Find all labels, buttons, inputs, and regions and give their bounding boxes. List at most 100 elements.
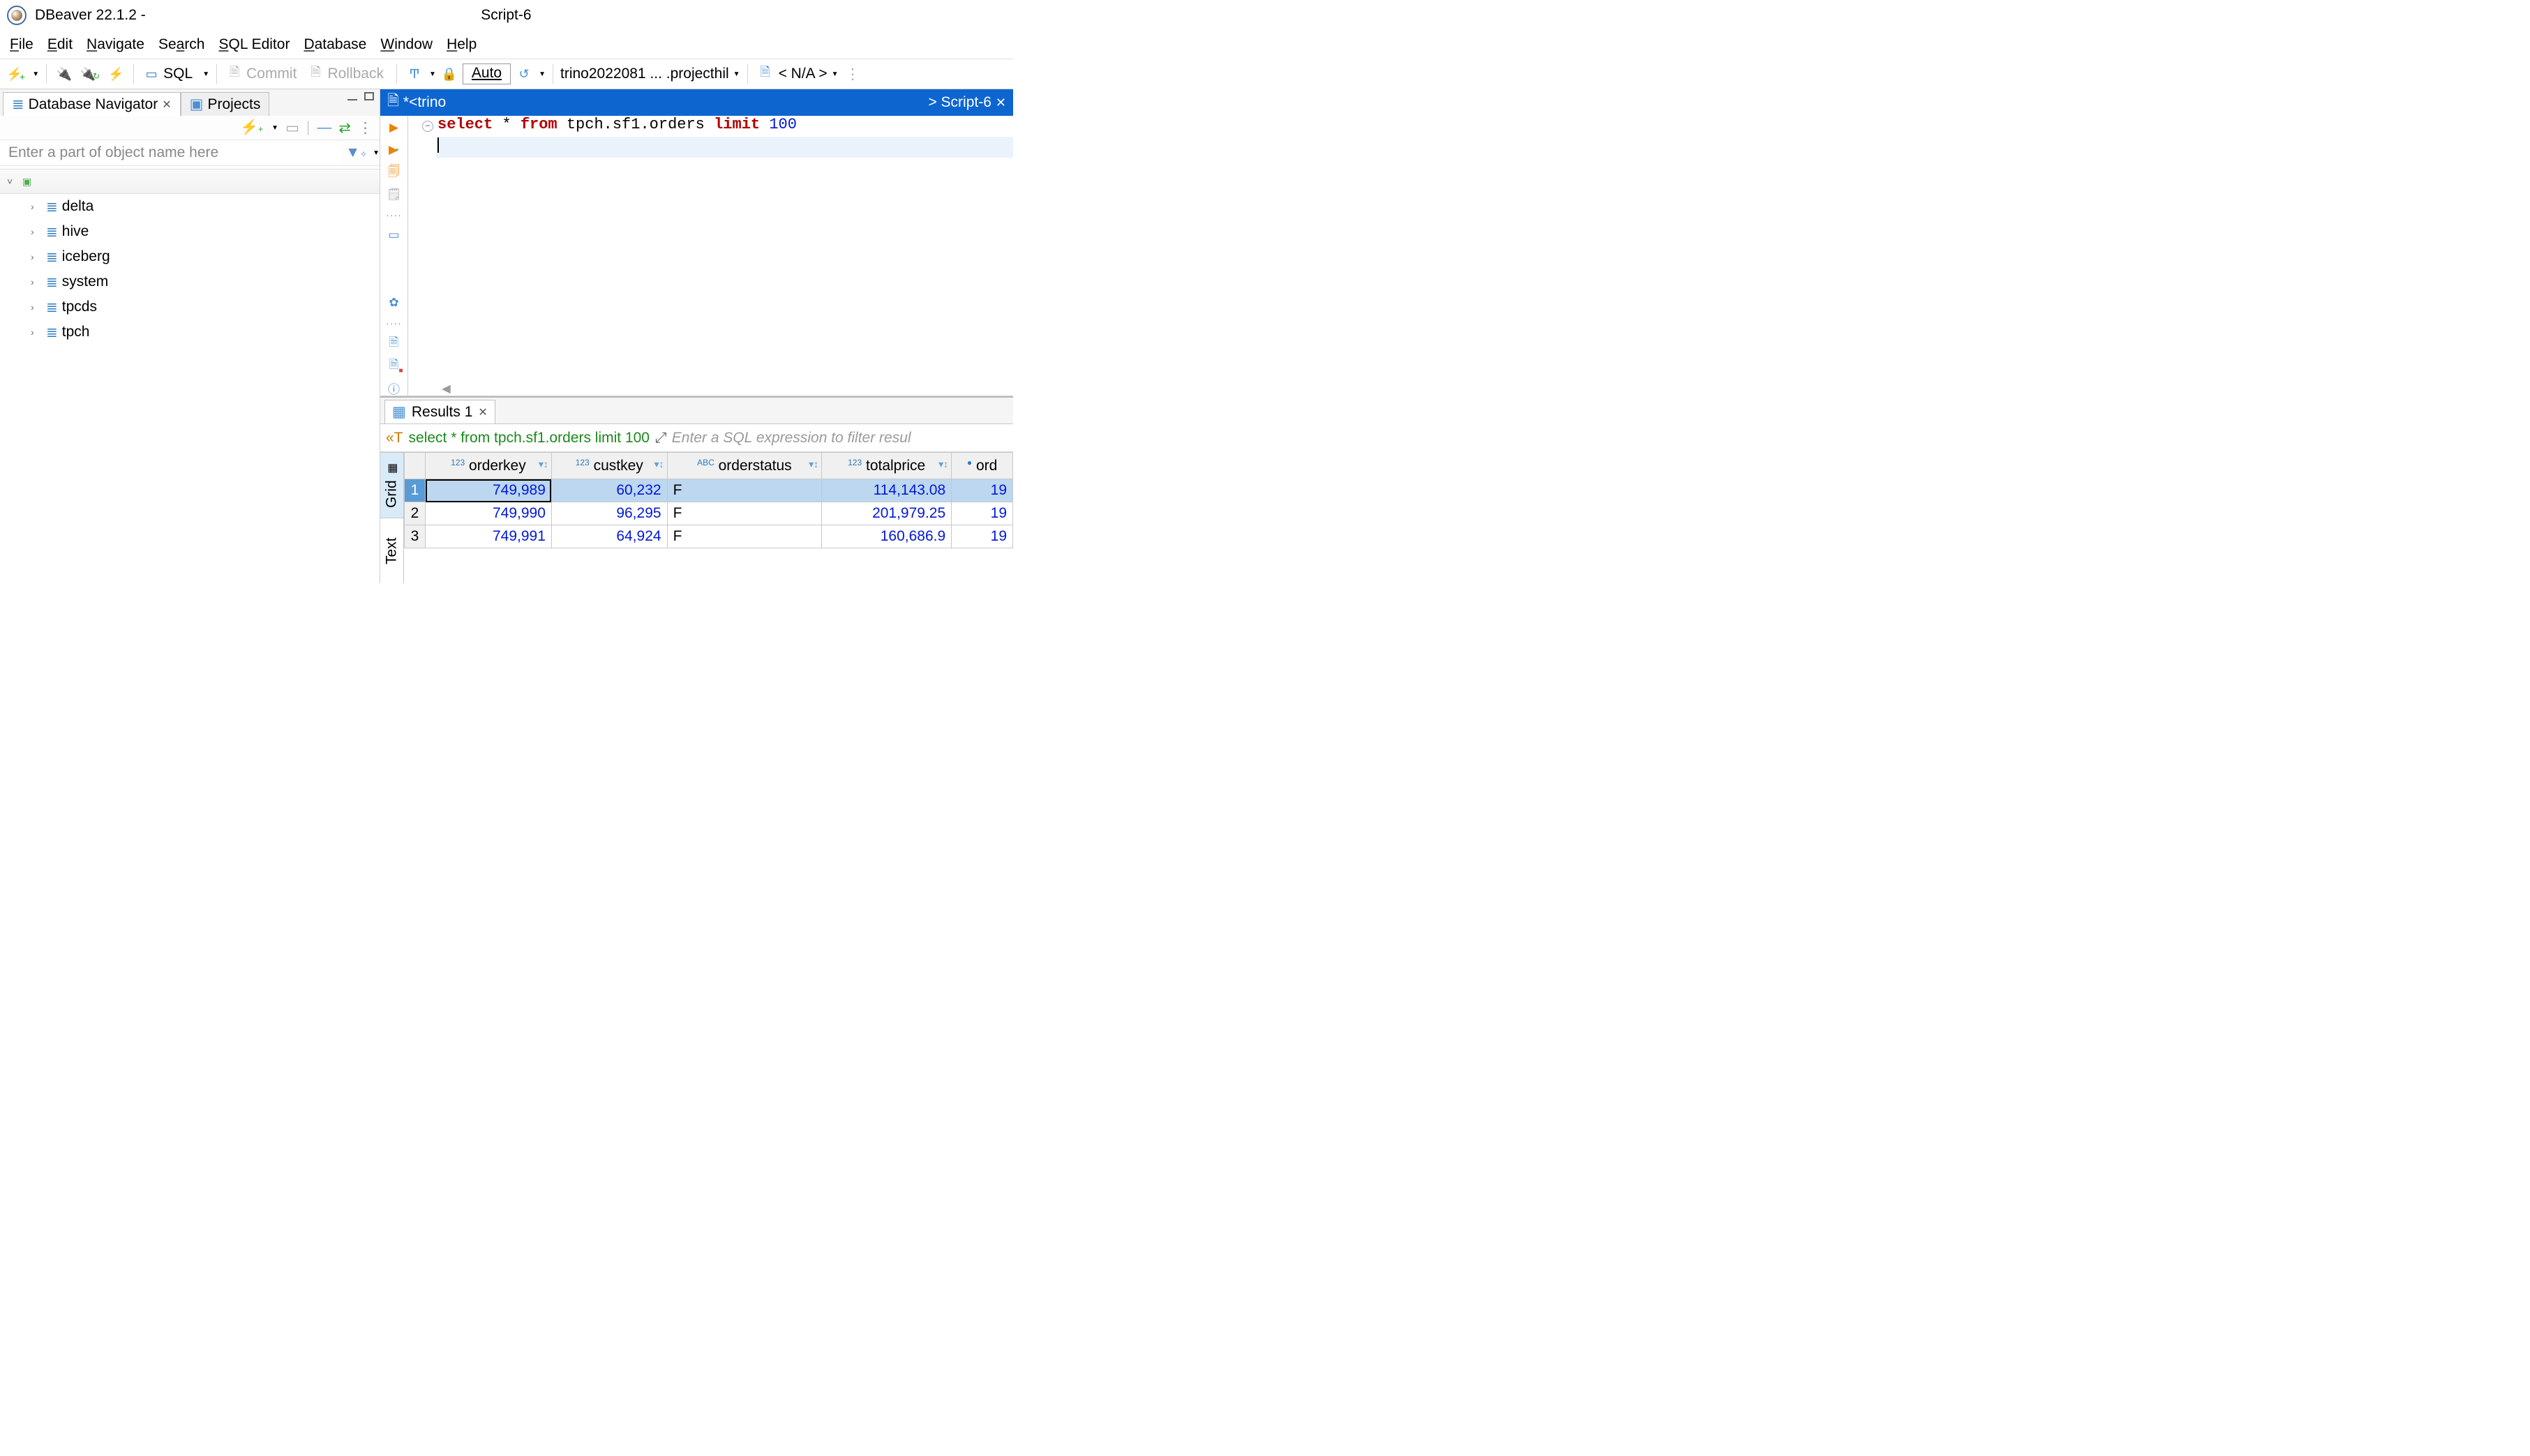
- results-tab[interactable]: ▦ Results 1 ✕: [384, 400, 495, 423]
- lock-icon[interactable]: 🔒: [439, 64, 460, 84]
- column-header-orderkey[interactable]: 123 orderkey▾↕: [426, 453, 552, 479]
- cell[interactable]: F: [667, 479, 822, 502]
- history-button[interactable]: ↺: [514, 64, 534, 84]
- new-folder-button[interactable]: ▭: [285, 119, 299, 137]
- grid-view-button[interactable]: Grid ▦: [380, 452, 403, 518]
- sql-line-1[interactable]: select * from tpch.sf1.orders limit 100: [436, 116, 797, 137]
- filter-dropdown[interactable]: ▼: [373, 149, 380, 157]
- fold-icon[interactable]: −: [422, 121, 433, 132]
- execute-in-new-tab-button[interactable]: ▶+: [387, 142, 402, 158]
- scroll-left-button[interactable]: ◄: [408, 383, 1013, 396]
- link-editor-button[interactable]: ⇄: [338, 119, 351, 137]
- close-icon[interactable]: ✕: [478, 405, 487, 419]
- disconnect-button[interactable]: ⚡: [105, 64, 126, 84]
- sort-icon[interactable]: ▾↕: [654, 458, 664, 470]
- sql-line-2[interactable]: [436, 137, 439, 158]
- catalog-node[interactable]: › ≣ tpcds: [0, 294, 380, 320]
- cell[interactable]: 201,979.25: [822, 502, 952, 525]
- save-link-button[interactable]: 🗎■: [387, 358, 402, 373]
- table-row[interactable]: 1 749,989 60,232 F 114,143.08 19: [405, 479, 1013, 502]
- menu-database[interactable]: Database: [304, 36, 366, 53]
- expand-icon[interactable]: ›: [31, 251, 42, 262]
- tab-projects[interactable]: ▣ Projects: [181, 92, 270, 116]
- explain-plan-button[interactable]: ▭: [387, 227, 402, 243]
- cell[interactable]: F: [667, 502, 822, 525]
- catalog-node[interactable]: › ≣ hive: [0, 219, 380, 244]
- cell[interactable]: 19: [952, 479, 1013, 502]
- cell[interactable]: 749,990: [426, 502, 552, 525]
- new-connection-dropdown[interactable]: ▼: [32, 70, 39, 78]
- execute-script-button[interactable]: 🗐: [387, 165, 402, 180]
- cell[interactable]: 749,991: [426, 525, 552, 548]
- auto-commit-selector[interactable]: Auto: [463, 63, 511, 84]
- toolbar-overflow-icon[interactable]: ⋮: [846, 66, 860, 83]
- sql-editor-dropdown[interactable]: ▼: [202, 70, 209, 78]
- navigator-filter-input[interactable]: [0, 140, 341, 165]
- menu-file[interactable]: File: [10, 36, 33, 53]
- new-connection-button[interactable]: ⚡+: [4, 63, 28, 84]
- menu-search[interactable]: Search: [158, 36, 205, 53]
- sort-icon[interactable]: ▾↕: [938, 458, 948, 470]
- grid-corner[interactable]: [405, 453, 426, 479]
- tab-database-navigator[interactable]: ≣ Database Navigator ✕: [3, 92, 181, 116]
- new-connection-mini-button[interactable]: ⚡+: [240, 119, 263, 136]
- menu-edit[interactable]: Edit: [47, 36, 73, 53]
- results-grid[interactable]: 123 orderkey▾↕ 123 custkey▾↕ ABC orderst…: [404, 452, 1013, 583]
- new-connection-mini-dropdown[interactable]: ▼: [271, 124, 278, 132]
- catalog-node[interactable]: › ≣ delta: [0, 194, 380, 219]
- close-icon[interactable]: ✕: [996, 96, 1006, 110]
- sql-code-area[interactable]: − select * from tpch.sf1.orders limit 10…: [408, 116, 1013, 396]
- transaction-mode-dropdown[interactable]: ▼: [429, 70, 436, 78]
- script-log-button[interactable]: 🗒: [387, 187, 402, 202]
- execute-statement-button[interactable]: ▶: [387, 120, 402, 135]
- catalog-node[interactable]: › ≣ system: [0, 269, 380, 294]
- expand-icon[interactable]: ›: [31, 226, 42, 237]
- expand-icon[interactable]: ›: [31, 201, 42, 212]
- column-header-orderstatus[interactable]: ABC orderstatus▾↕: [667, 453, 822, 479]
- connection-node[interactable]: ˅ ▣: [0, 169, 380, 194]
- table-row[interactable]: 2 749,990 96,295 F 201,979.25 19: [405, 502, 1013, 525]
- expand-icon[interactable]: ›: [31, 301, 42, 313]
- sort-icon[interactable]: ▾↕: [809, 458, 818, 470]
- column-header-ord[interactable]: ● ord: [952, 453, 1013, 479]
- schema-dropdown[interactable]: ▼: [832, 70, 839, 78]
- cell[interactable]: 114,143.08: [822, 479, 952, 502]
- sort-icon[interactable]: ▾↕: [539, 458, 548, 470]
- menu-sql-editor[interactable]: SQL Editor: [219, 36, 290, 53]
- column-header-totalprice[interactable]: 123 totalprice▾↕: [822, 453, 952, 479]
- cell[interactable]: 749,989: [426, 479, 552, 502]
- info-button[interactable]: ⓘ: [387, 380, 402, 396]
- editor-tab-path[interactable]: 🗎 *<trino: [380, 89, 921, 116]
- editor-tab-script[interactable]: > Script-6 ✕: [921, 89, 1013, 116]
- row-number[interactable]: 3: [405, 525, 426, 548]
- active-schema-selector[interactable]: < N/A >: [779, 66, 828, 82]
- sql-editor-button[interactable]: ▭SQL: [141, 63, 198, 84]
- cell[interactable]: 64,924: [551, 525, 667, 548]
- rollback-button[interactable]: 🗎Rollback: [305, 63, 389, 84]
- commit-button[interactable]: 🗎Commit: [224, 63, 302, 84]
- cell[interactable]: 19: [952, 502, 1013, 525]
- settings-button[interactable]: ✿: [387, 295, 402, 310]
- active-connection-selector[interactable]: trino2022081 ... .projecthil: [560, 66, 729, 82]
- menu-window[interactable]: Window: [380, 36, 433, 53]
- cell[interactable]: 19: [952, 525, 1013, 548]
- cell[interactable]: 60,232: [551, 479, 667, 502]
- maximize-panel-icon[interactable]: [364, 92, 374, 100]
- cell[interactable]: F: [667, 525, 822, 548]
- connection-dropdown[interactable]: ▼: [733, 70, 740, 78]
- view-menu-button[interactable]: ⋮: [358, 119, 373, 137]
- transaction-mode-button[interactable]: Ͳ: [404, 64, 425, 84]
- connect-button[interactable]: 🔌: [54, 64, 75, 84]
- minimize-panel-icon[interactable]: [347, 99, 357, 100]
- row-number[interactable]: 1: [405, 479, 426, 502]
- navigator-tree[interactable]: ˅ ▣ › ≣ delta › ≣ hive › ≣ iceberg: [0, 166, 380, 583]
- cell[interactable]: 96,295: [551, 502, 667, 525]
- filter-hint[interactable]: Enter a SQL expression to filter resul: [672, 430, 1008, 446]
- menu-navigate[interactable]: Navigate: [87, 36, 144, 53]
- catalog-node[interactable]: › ≣ iceberg: [0, 244, 380, 269]
- row-number[interactable]: 2: [405, 502, 426, 525]
- link-button[interactable]: 🗎: [387, 336, 402, 351]
- reconnect-button[interactable]: 🔌↻: [77, 64, 103, 84]
- expand-icon[interactable]: ›: [31, 276, 42, 287]
- table-row[interactable]: 3 749,991 64,924 F 160,686.9 19: [405, 525, 1013, 548]
